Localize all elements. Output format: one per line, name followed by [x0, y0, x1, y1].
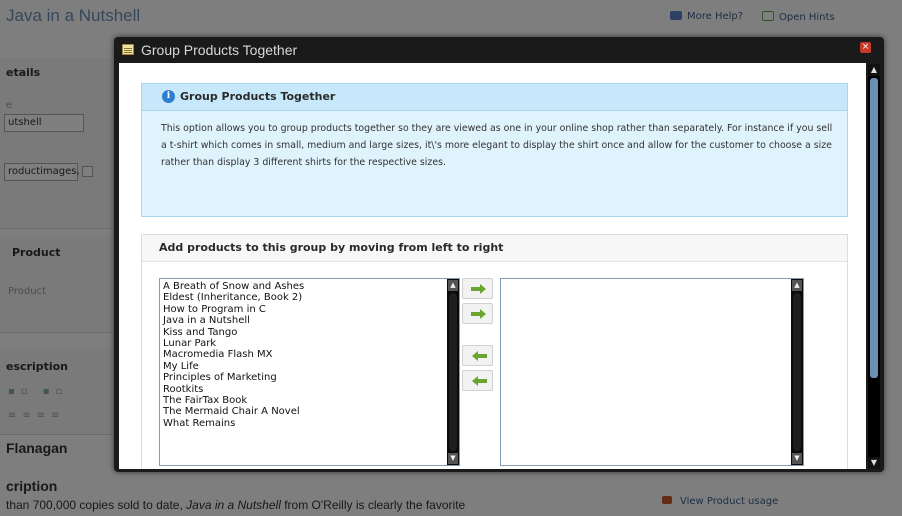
add-panel-header: Add products to this group by moving fro…	[142, 235, 847, 262]
dialog-title: Group Products Together	[141, 42, 298, 58]
dialog-titlebar[interactable]: Group Products Together ×	[114, 37, 884, 63]
arrow-left-icon	[472, 376, 487, 386]
info-text: This option allows you to group products…	[161, 123, 833, 168]
grouped-products-list[interactable]: ▲ ▼	[500, 278, 804, 466]
close-icon[interactable]: ×	[860, 42, 871, 53]
arrow-right-icon	[471, 309, 486, 319]
list-item[interactable]: How to Program in C	[163, 304, 304, 315]
list-item[interactable]: A Breath of Snow and Ashes	[163, 281, 304, 292]
scroll-up-icon[interactable]: ▲	[792, 280, 802, 291]
add-products-panel: Add products to this group by moving fro…	[141, 234, 848, 469]
scroll-up-icon[interactable]: ▲	[868, 64, 880, 76]
list-item[interactable]: Rootkits	[163, 384, 304, 395]
grouped-list-scrollbar[interactable]: ▲ ▼	[791, 279, 803, 465]
info-icon: i	[162, 90, 175, 103]
dialog-scrollbar[interactable]: ▲ ▼	[868, 64, 880, 469]
move-left-button[interactable]	[462, 345, 493, 366]
list-item[interactable]: Lunar Park	[163, 338, 304, 349]
move-right-button[interactable]	[462, 278, 493, 299]
scroll-down-icon[interactable]: ▼	[792, 453, 802, 464]
list-item[interactable]: Macromedia Flash MX	[163, 349, 304, 360]
list-item[interactable]: Java in a Nutshell	[163, 315, 304, 326]
available-products-items: A Breath of Snow and Ashes Eldest (Inheri…	[163, 281, 304, 429]
list-item[interactable]: Eldest (Inheritance, Book 2)	[163, 292, 304, 303]
arrow-left-icon	[472, 351, 487, 361]
scroll-down-icon[interactable]: ▼	[868, 457, 880, 469]
list-item[interactable]: Principles of Marketing	[163, 372, 304, 383]
list-item[interactable]: The FairTax Book	[163, 395, 304, 406]
dialog-body: i Group Products Together This option al…	[119, 63, 866, 469]
list-item[interactable]: The Mermaid Chair A Novel	[163, 406, 304, 417]
arrow-right-icon	[471, 284, 486, 294]
scroll-down-icon[interactable]: ▼	[448, 453, 458, 464]
scroll-thumb[interactable]	[870, 78, 878, 378]
group-products-dialog: Group Products Together × i Group Produc…	[114, 37, 884, 472]
add-panel-title: Add products to this group by moving fro…	[159, 241, 504, 254]
list-item[interactable]: Kiss and Tango	[163, 327, 304, 338]
move-all-left-button[interactable]	[462, 370, 493, 391]
move-all-right-button[interactable]	[462, 303, 493, 324]
info-box: i Group Products Together This option al…	[141, 83, 848, 217]
info-title: Group Products Together	[180, 90, 336, 103]
info-header: i Group Products Together	[142, 84, 847, 111]
scroll-up-icon[interactable]: ▲	[448, 280, 458, 291]
list-item[interactable]: My Life	[163, 361, 304, 372]
available-products-list[interactable]: A Breath of Snow and Ashes Eldest (Inheri…	[159, 278, 460, 466]
available-list-scrollbar[interactable]: ▲ ▼	[447, 279, 459, 465]
scroll-track[interactable]	[793, 293, 801, 451]
list-item[interactable]: What Remains	[163, 418, 304, 429]
window-icon	[122, 44, 134, 55]
scroll-track[interactable]	[449, 293, 457, 451]
